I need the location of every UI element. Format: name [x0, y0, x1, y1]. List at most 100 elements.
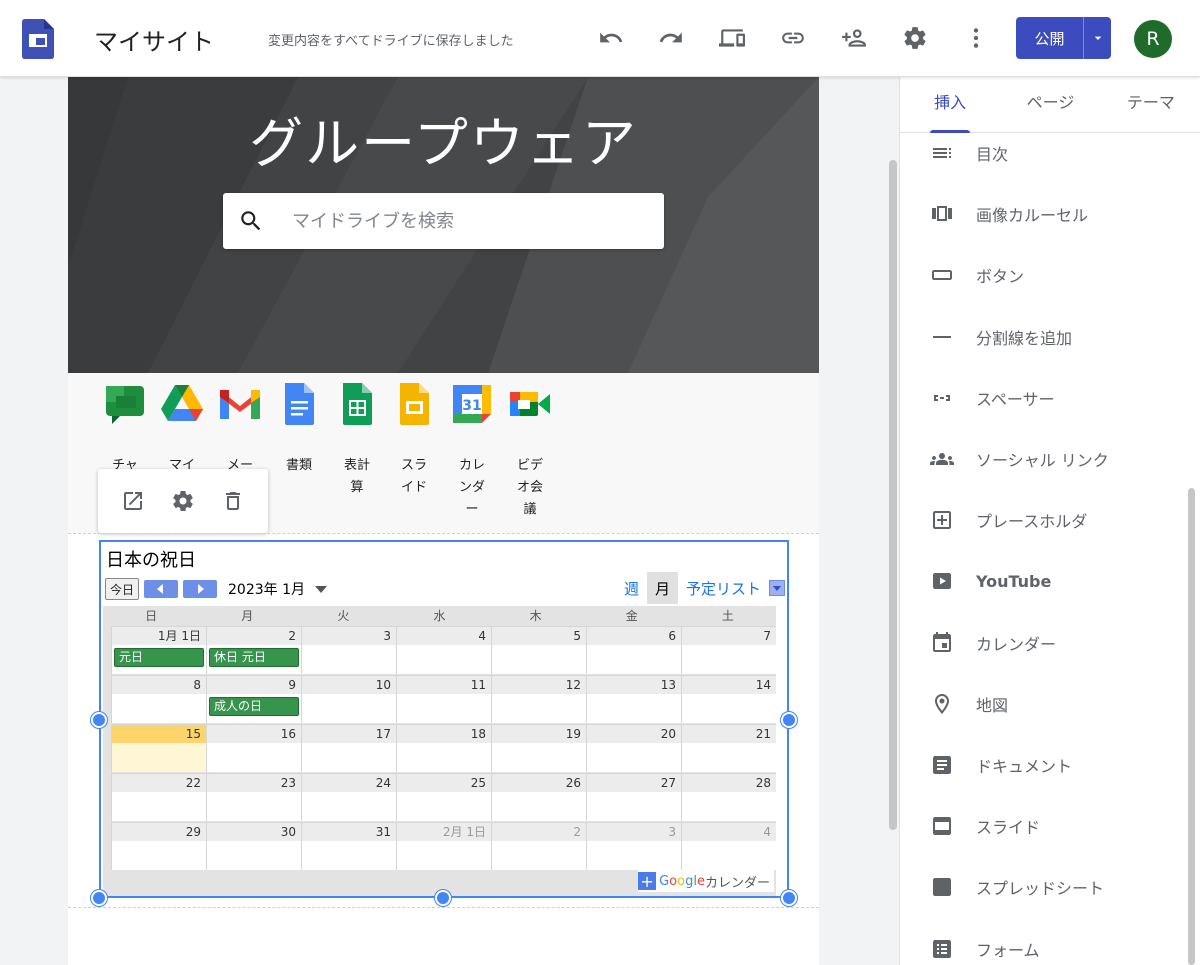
more-vert-icon[interactable]: [962, 24, 990, 52]
calendar-day-cell[interactable]: 19: [491, 724, 586, 772]
calendar-event[interactable]: 元日: [114, 648, 204, 667]
calendar-day-cell[interactable]: 8: [111, 675, 206, 723]
app-slides[interactable]: スライド: [385, 381, 443, 499]
view-month-tab[interactable]: 月: [646, 572, 678, 604]
calendar-day-cell[interactable]: 17: [301, 724, 396, 772]
calendar-embed[interactable]: 日本の祝日 今日 2023年 1月 週 月 予定リスト 日 月 火 水 木 金 …: [91, 540, 797, 906]
day-number: 3: [587, 823, 681, 841]
app-calendar[interactable]: 31 カレンダー: [443, 381, 501, 521]
calendar-day-cell[interactable]: 3: [301, 626, 396, 674]
insert-item-document[interactable]: ドキュメント: [900, 745, 1190, 785]
google-sites-logo-icon[interactable]: [22, 19, 54, 59]
prev-month-button[interactable]: [144, 580, 179, 598]
resize-handle-left[interactable]: [91, 712, 107, 728]
view-agenda-tab[interactable]: 予定リスト: [678, 572, 769, 604]
publish-button[interactable]: 公開: [1016, 17, 1084, 59]
tab-pages[interactable]: ページ: [1000, 77, 1100, 132]
tab-themes[interactable]: テーマ: [1101, 77, 1200, 132]
calendar-day-cell[interactable]: 23: [206, 773, 301, 821]
calendar-day-cell[interactable]: 20: [586, 724, 681, 772]
publish-options-button[interactable]: [1084, 17, 1111, 59]
calendar-day-cell[interactable]: 14: [681, 675, 776, 723]
view-week-tab[interactable]: 週: [616, 572, 647, 604]
today-button[interactable]: 今日: [105, 578, 140, 600]
search-input[interactable]: [292, 210, 632, 232]
resize-handle-bottom[interactable]: [435, 890, 451, 906]
site-title[interactable]: マイサイト: [94, 22, 214, 57]
app-gmail[interactable]: メー: [211, 381, 269, 477]
tab-insert[interactable]: 挿入: [900, 77, 1000, 133]
preview-devices-icon[interactable]: [718, 24, 746, 52]
calendar-day-cell[interactable]: 5: [491, 626, 586, 674]
calendar-day-cell[interactable]: 1月 1日 元日: [111, 626, 206, 674]
calendar-day-cell[interactable]: 13: [586, 675, 681, 723]
calendar-day-cell[interactable]: 4: [681, 822, 776, 870]
insert-item-social-people[interactable]: ソーシャル リンク: [900, 439, 1190, 479]
redo-icon[interactable]: [657, 24, 685, 52]
insert-item-calendar[interactable]: カレンダー: [900, 623, 1190, 663]
trash-icon[interactable]: [221, 489, 245, 513]
panel-scrollbar[interactable]: [1188, 488, 1195, 965]
resize-handle-bottom-right[interactable]: [781, 890, 797, 906]
insert-item-youtube[interactable]: YouTube: [900, 561, 1190, 601]
account-avatar[interactable]: R: [1134, 20, 1172, 58]
insert-item-map-pin[interactable]: 地図: [900, 684, 1190, 724]
drive-search-box[interactable]: [223, 193, 664, 249]
calendar-day-cell[interactable]: 2月 1日: [396, 822, 491, 870]
calendar-day-cell[interactable]: 2: [491, 822, 586, 870]
calendar-day-cell[interactable]: 15: [111, 724, 206, 772]
calendar-day-cell[interactable]: 16: [206, 724, 301, 772]
calendar-day-cell[interactable]: 9 成人の日: [206, 675, 301, 723]
app-drive[interactable]: マイ: [153, 381, 211, 477]
insert-item-divider[interactable]: 分割線を追加: [900, 317, 1190, 357]
month-picker-caret-icon[interactable]: [315, 585, 328, 593]
calendar-day-cell[interactable]: 26: [491, 773, 586, 821]
header-banner[interactable]: グループウェア: [68, 77, 819, 373]
banner-title[interactable]: グループウェア: [68, 99, 819, 178]
calendar-day-cell[interactable]: 6: [586, 626, 681, 674]
app-docs[interactable]: 書類: [270, 381, 328, 477]
calendar-event[interactable]: 成人の日: [209, 697, 299, 716]
next-month-button[interactable]: [183, 580, 218, 598]
insert-item-slides[interactable]: スライド: [900, 806, 1190, 846]
insert-item-form[interactable]: フォーム: [900, 929, 1190, 965]
insert-item-table-of-contents[interactable]: 目次: [900, 133, 1190, 173]
google-calendar-badge[interactable]: + Google カレンダー: [638, 870, 774, 892]
insert-item-button[interactable]: ボタン: [900, 255, 1190, 295]
settings-gear-icon[interactable]: [901, 24, 929, 52]
calendar-day-cell[interactable]: 22: [111, 773, 206, 821]
calendar-day-cell[interactable]: 29: [111, 822, 206, 870]
undo-icon[interactable]: [597, 24, 625, 52]
calendar-day-cell[interactable]: 30: [206, 822, 301, 870]
calendar-day-cell[interactable]: 25: [396, 773, 491, 821]
app-chat[interactable]: チャ: [96, 381, 154, 477]
insert-item-spacer[interactable]: スペーサー: [900, 378, 1190, 418]
calendar-day-cell[interactable]: 18: [396, 724, 491, 772]
gear-icon[interactable]: [171, 489, 195, 513]
canvas-scrollbar[interactable]: [889, 160, 897, 830]
view-options-dropdown[interactable]: [769, 580, 785, 596]
resize-handle-right[interactable]: [781, 712, 797, 728]
calendar-day-cell[interactable]: 24: [301, 773, 396, 821]
insert-item-placeholder-add[interactable]: プレースホルダ: [900, 500, 1190, 540]
app-meet[interactable]: ビデオ会議: [501, 381, 559, 521]
calendar-day-cell[interactable]: 27: [586, 773, 681, 821]
calendar-day-cell[interactable]: 31: [301, 822, 396, 870]
insert-item-image-carousel[interactable]: 画像カルーセル: [900, 194, 1190, 234]
calendar-day-cell[interactable]: 4: [396, 626, 491, 674]
resize-handle-bottom-left[interactable]: [91, 890, 107, 906]
share-add-person-icon[interactable]: [840, 24, 868, 52]
calendar-day-cell[interactable]: 3: [586, 822, 681, 870]
app-sheets[interactable]: 表計算: [328, 381, 386, 499]
calendar-day-cell[interactable]: 11: [396, 675, 491, 723]
calendar-day-cell[interactable]: 28: [681, 773, 776, 821]
open-in-new-icon[interactable]: [121, 489, 145, 513]
calendar-event[interactable]: 休日 元日: [209, 648, 299, 667]
link-icon[interactable]: [779, 24, 807, 52]
insert-item-spreadsheet[interactable]: スプレッドシート: [900, 867, 1190, 907]
calendar-day-cell[interactable]: 10: [301, 675, 396, 723]
calendar-day-cell[interactable]: 21: [681, 724, 776, 772]
calendar-day-cell[interactable]: 7: [681, 626, 776, 674]
calendar-day-cell[interactable]: 12: [491, 675, 586, 723]
calendar-day-cell[interactable]: 2 休日 元日: [206, 626, 301, 674]
